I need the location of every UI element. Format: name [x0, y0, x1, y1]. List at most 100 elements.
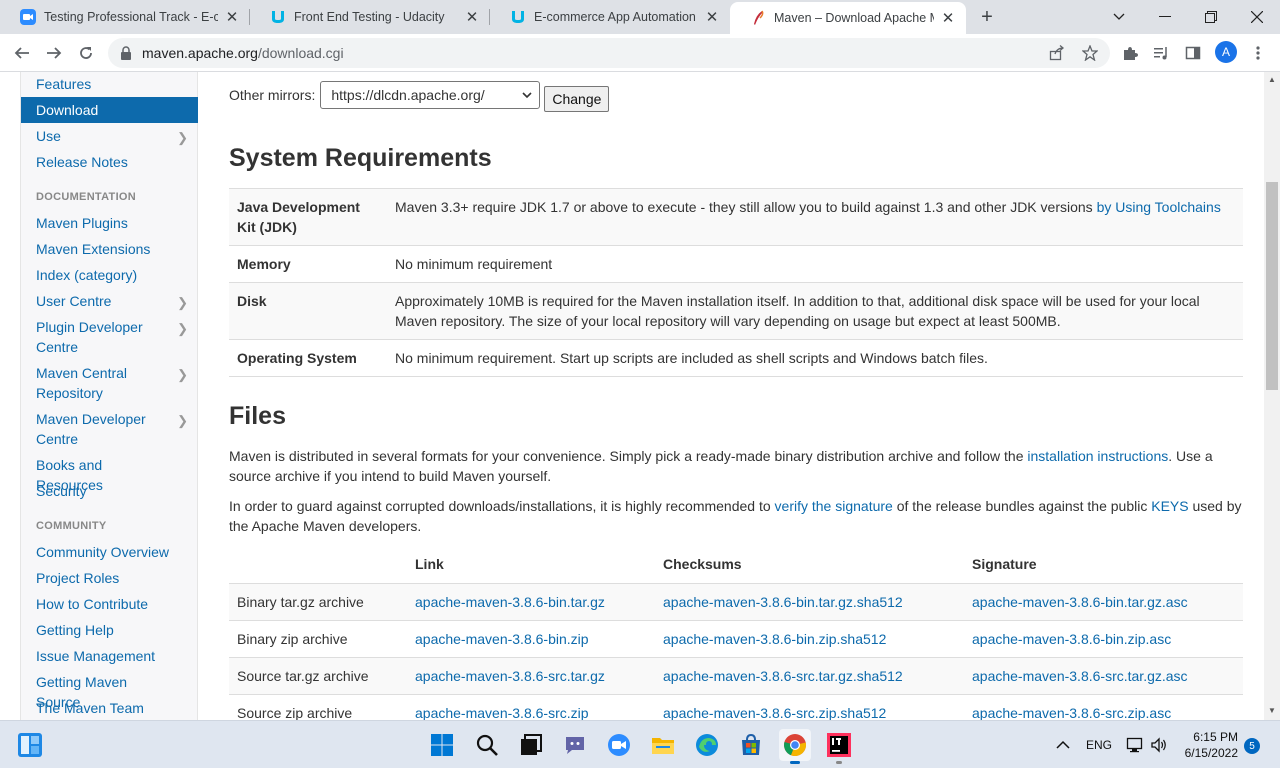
browser-tab[interactable]: Front End Testing - Udacity ✕ [250, 0, 490, 34]
profile-avatar[interactable]: A [1215, 41, 1237, 63]
files-heading: Files [229, 402, 286, 430]
system-requirements-table: Java Development Kit (JDK) Maven 3.3+ re… [229, 188, 1243, 377]
keys-link[interactable]: KEYS [1151, 498, 1188, 514]
tab-title: Front End Testing - Udacity [294, 10, 445, 24]
volume-icon[interactable] [1150, 721, 1168, 768]
sidebar-item-maven-developer-centre[interactable]: Maven Developer Centre ❯ [21, 409, 198, 449]
checksum-link[interactable]: apache-maven-3.8.6-bin.tar.gz.sha512 [663, 594, 903, 610]
archive-type: Binary zip archive [229, 620, 407, 658]
sidebar-item-features[interactable]: Features [21, 74, 198, 94]
column-header [229, 545, 407, 584]
tab-search-chevron-icon[interactable] [1096, 4, 1142, 30]
forward-arrow-icon[interactable] [40, 39, 68, 67]
signature-link[interactable]: apache-maven-3.8.6-bin.tar.gz.asc [972, 594, 1188, 610]
media-queue-icon[interactable] [1153, 45, 1169, 61]
change-mirror-button[interactable]: Change [544, 86, 610, 112]
new-tab-button[interactable]: + [975, 6, 999, 28]
side-panel-icon[interactable] [1185, 45, 1201, 61]
browser-tab-strip: Testing Professional Track - E-cor ✕ Fro… [0, 0, 1280, 34]
sidebar-item-maven-plugins[interactable]: Maven Plugins [21, 213, 198, 233]
sidebar-item-release-notes[interactable]: Release Notes [21, 152, 198, 172]
bookmark-star-icon[interactable] [1082, 45, 1098, 61]
signature-link[interactable]: apache-maven-3.8.6-src.tar.gz.asc [972, 668, 1188, 684]
file-explorer-icon[interactable] [647, 729, 679, 761]
sidebar-item-security[interactable]: Security [21, 481, 198, 501]
browser-tab[interactable]: Testing Professional Track - E-cor ✕ [0, 0, 250, 34]
download-link[interactable]: apache-maven-3.8.6-bin.tar.gz [415, 594, 605, 610]
teams-chat-icon[interactable] [559, 729, 591, 761]
sidebar-item-user-centre[interactable]: User Centre ❯ [21, 291, 198, 311]
widgets-icon[interactable] [14, 729, 46, 761]
checksum-link[interactable]: apache-maven-3.8.6-src.zip.sha512 [663, 705, 886, 721]
archive-type: Source tar.gz archive [229, 657, 407, 695]
browser-tab[interactable]: E-commerce App Automation Te ✕ [490, 0, 730, 34]
task-view-icon[interactable] [515, 729, 547, 761]
show-hidden-icons-chevron-up-icon[interactable] [1056, 721, 1070, 768]
microsoft-store-icon[interactable] [735, 729, 767, 761]
kebab-menu-icon[interactable] [1250, 45, 1266, 61]
system-clock[interactable]: 6:15 PM 6/15/2022 [1172, 729, 1238, 761]
network-icon[interactable] [1126, 721, 1144, 768]
signature-link[interactable]: apache-maven-3.8.6-bin.zip.asc [972, 631, 1171, 647]
browser-toolbar: maven.apache.org/download.cgi A [0, 34, 1280, 72]
archive-type: Source zip archive [229, 694, 407, 720]
sidebar-item-getting-help[interactable]: Getting Help [21, 620, 198, 640]
address-bar[interactable]: maven.apache.org/download.cgi [108, 38, 1110, 68]
sidebar-item-maven-extensions[interactable]: Maven Extensions [21, 239, 198, 259]
input-language-indicator[interactable]: ENG [1086, 721, 1112, 768]
reload-icon[interactable] [72, 39, 100, 67]
paragraph-text: In order to guard against corrupted down… [229, 498, 775, 514]
close-tab-icon[interactable]: ✕ [464, 9, 480, 26]
verify-signature-link[interactable]: verify the signature [775, 498, 893, 514]
signature-link[interactable]: apache-maven-3.8.6-src.zip.asc [972, 705, 1171, 721]
requirement-key: Memory [229, 245, 387, 283]
close-tab-icon[interactable]: ✕ [224, 9, 240, 26]
sidebar-item-the-maven-team[interactable]: The Maven Team [21, 698, 198, 718]
share-icon[interactable] [1049, 45, 1065, 61]
minimize-window-icon[interactable] [1142, 4, 1188, 30]
sidebar-item-label: Maven Plugins [36, 215, 128, 231]
scrollbar-thumb[interactable] [1266, 182, 1278, 390]
sidebar-item-maven-central-repository[interactable]: Maven Central Repository ❯ [21, 363, 198, 403]
restore-window-icon[interactable] [1188, 4, 1234, 30]
vertical-scrollbar[interactable]: ▲ ▼ [1264, 72, 1280, 720]
mirror-select[interactable]: https://dlcdn.apache.org/ [320, 81, 541, 109]
sidebar-item-how-to-contribute[interactable]: How to Contribute [21, 594, 198, 614]
chrome-icon[interactable] [779, 729, 811, 764]
scroll-down-arrow-icon[interactable]: ▼ [1267, 706, 1277, 715]
download-link[interactable]: apache-maven-3.8.6-src.tar.gz [415, 668, 605, 684]
scroll-up-arrow-icon[interactable]: ▲ [1267, 75, 1277, 84]
close-tab-icon[interactable]: ✕ [704, 9, 720, 26]
sidebar-item-index-category[interactable]: Index (category) [21, 265, 198, 285]
download-link[interactable]: apache-maven-3.8.6-src.zip [415, 705, 589, 721]
lock-icon[interactable] [120, 46, 132, 63]
sidebar-section-header: COMMUNITY [36, 520, 107, 532]
requirement-key: Disk [229, 282, 387, 340]
edge-icon[interactable] [691, 729, 723, 761]
sidebar-item-label: The Maven Team [36, 700, 144, 716]
zoom-icon[interactable] [603, 729, 635, 761]
table-row: Binary tar.gz archive apache-maven-3.8.6… [229, 583, 1243, 621]
windows-start-icon[interactable] [426, 729, 458, 761]
sidebar-item-plugin-developer-centre[interactable]: Plugin Developer Centre ❯ [21, 317, 198, 357]
back-arrow-icon[interactable] [8, 39, 36, 67]
search-icon[interactable] [471, 729, 503, 761]
close-tab-icon[interactable]: ✕ [940, 10, 956, 27]
notification-count-badge[interactable]: 5 [1244, 738, 1260, 754]
checksum-link[interactable]: apache-maven-3.8.6-src.tar.gz.sha512 [663, 668, 903, 684]
intellij-icon[interactable] [823, 729, 855, 764]
archive-type: Binary tar.gz archive [229, 583, 407, 621]
download-link[interactable]: apache-maven-3.8.6-bin.zip [415, 631, 589, 647]
extensions-puzzle-icon[interactable] [1122, 45, 1138, 61]
sidebar-item-use[interactable]: Use ❯ [21, 126, 198, 146]
browser-tab-active[interactable]: Maven – Download Apache Mave ✕ [730, 2, 966, 34]
sidebar-item-issue-management[interactable]: Issue Management [21, 646, 198, 666]
sidebar-item-download[interactable]: Download [21, 97, 198, 123]
close-window-icon[interactable] [1234, 4, 1280, 30]
active-app-indicator [790, 761, 800, 764]
sidebar-item-project-roles[interactable]: Project Roles [21, 568, 198, 588]
toolchains-link[interactable]: by Using Toolchains [1097, 199, 1221, 215]
checksum-link[interactable]: apache-maven-3.8.6-bin.zip.sha512 [663, 631, 886, 647]
installation-instructions-link[interactable]: installation instructions [1027, 448, 1168, 464]
sidebar-item-community-overview[interactable]: Community Overview [21, 542, 198, 562]
